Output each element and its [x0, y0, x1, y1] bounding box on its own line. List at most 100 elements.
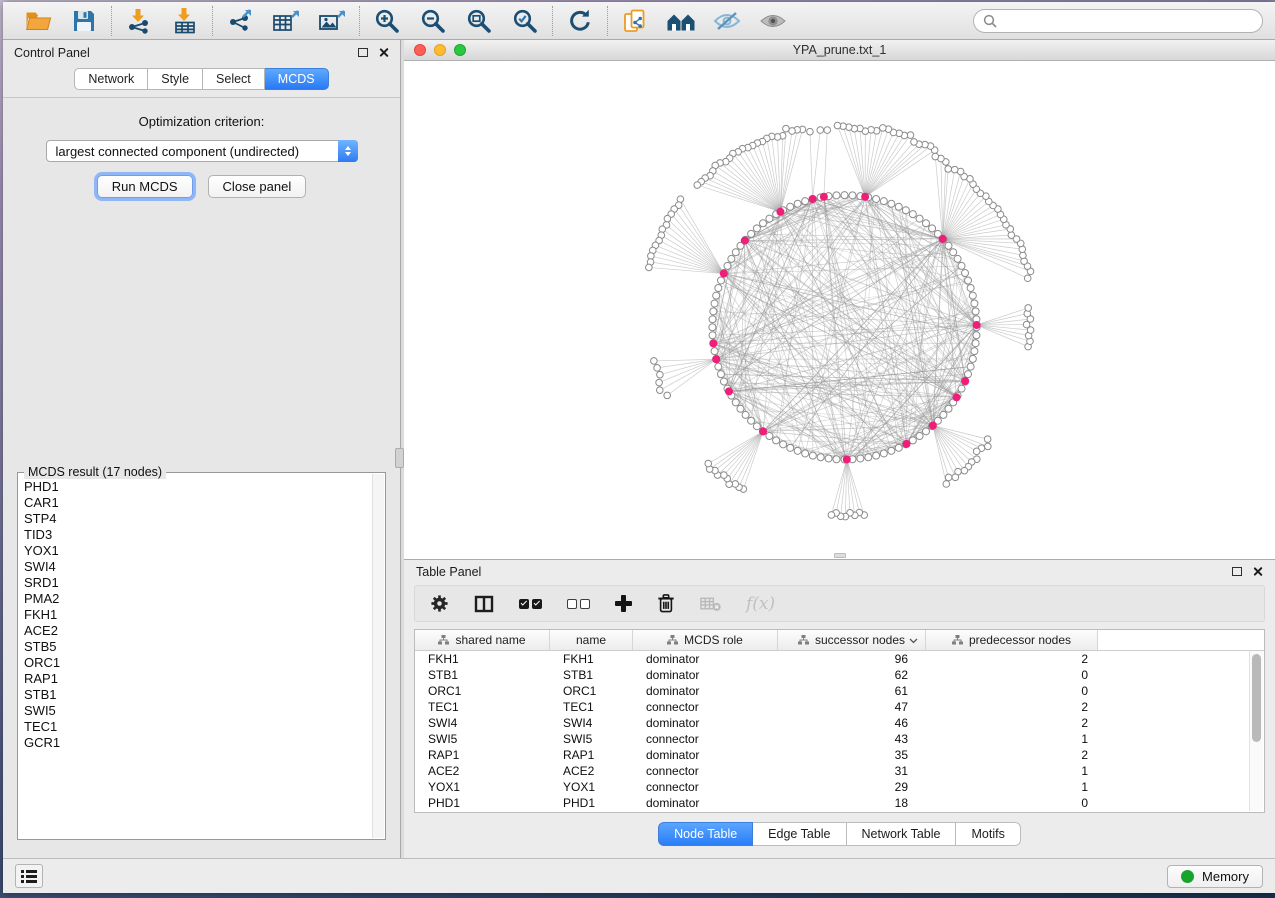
table-cell: ACE2	[550, 764, 633, 778]
first-neighbors-button[interactable]	[663, 6, 699, 36]
table-row[interactable]: ORC1ORC1dominator610	[415, 683, 1249, 699]
mcds-list-scrollbar[interactable]	[372, 474, 384, 838]
hide-selected-button[interactable]	[709, 6, 745, 36]
zoom-selected-button[interactable]	[507, 6, 543, 36]
add-column-button[interactable]	[615, 595, 632, 612]
mcds-result-item[interactable]: SWI5	[24, 703, 370, 719]
table-row[interactable]: YOX1YOX1connector291	[415, 779, 1249, 795]
split-panel-button[interactable]	[474, 595, 494, 613]
splitter-handle[interactable]	[395, 448, 404, 468]
import-network-button[interactable]	[121, 6, 157, 36]
table-cell: 1	[926, 780, 1098, 794]
mcds-result-item[interactable]: STB5	[24, 639, 370, 655]
tab-network[interactable]: Network	[74, 68, 148, 90]
mcds-result-item[interactable]: TEC1	[24, 719, 370, 735]
tab-style[interactable]: Style	[148, 68, 203, 90]
mcds-result-item[interactable]: GCR1	[24, 735, 370, 751]
show-all-button[interactable]	[755, 6, 791, 36]
table-cell: 96	[778, 652, 926, 666]
table-row[interactable]: PHD1PHD1dominator180	[415, 795, 1249, 811]
tab-mcds[interactable]: MCDS	[265, 68, 329, 90]
export-table-button[interactable]	[268, 6, 304, 36]
mcds-result-item[interactable]: FKH1	[24, 607, 370, 623]
table-row[interactable]: STB1STB1dominator620	[415, 667, 1249, 683]
search-input[interactable]	[1003, 14, 1253, 28]
mcds-result-item[interactable]: CAR1	[24, 495, 370, 511]
node-table[interactable]: shared name name MCDS role successor nod…	[414, 629, 1265, 813]
zoom-in-button[interactable]	[369, 6, 405, 36]
export-image-button[interactable]	[314, 6, 350, 36]
tab-network-table[interactable]: Network Table	[847, 822, 957, 846]
table-settings-button[interactable]	[430, 594, 449, 613]
horizontal-splitter-handle[interactable]	[834, 553, 846, 558]
float-panel-icon[interactable]	[358, 48, 368, 57]
memory-button[interactable]: Memory	[1167, 865, 1263, 888]
table-cell: dominator	[633, 796, 778, 810]
mcds-result-item[interactable]: STB1	[24, 687, 370, 703]
table-cell: connector	[633, 700, 778, 714]
delete-columns-button[interactable]	[657, 593, 675, 614]
mcds-result-item[interactable]: SWI4	[24, 559, 370, 575]
table-cell: 18	[778, 796, 926, 810]
column-header-mcds-role[interactable]: MCDS role	[633, 630, 778, 650]
table-cell: SWI4	[415, 716, 550, 730]
close-panel-icon[interactable]	[378, 47, 389, 58]
tab-node-table[interactable]: Node Table	[658, 822, 753, 846]
table-cell: SWI4	[550, 716, 633, 730]
tab-motifs[interactable]: Motifs	[956, 822, 1020, 846]
search-field[interactable]	[973, 9, 1263, 33]
show-panels-button[interactable]	[15, 864, 43, 888]
mcds-result-item[interactable]: TID3	[24, 527, 370, 543]
mcds-result-item[interactable]: RAP1	[24, 671, 370, 687]
maximize-window-icon[interactable]	[454, 44, 466, 56]
refresh-button[interactable]	[562, 6, 598, 36]
mcds-panel: Optimization criterion: largest connecte…	[3, 97, 400, 858]
mcds-result-item[interactable]: PMA2	[24, 591, 370, 607]
column-header-shared-name[interactable]: shared name	[415, 630, 550, 650]
table-row[interactable]: SWI5SWI5connector431	[415, 731, 1249, 747]
run-mcds-button[interactable]: Run MCDS	[97, 175, 193, 198]
close-table-panel-icon[interactable]	[1252, 566, 1263, 577]
export-network-button[interactable]	[222, 6, 258, 36]
control-panel: Control Panel Network Style Select MCDS …	[3, 40, 400, 858]
column-header-successor-nodes[interactable]: successor nodes	[778, 630, 926, 650]
table-cell: 29	[778, 780, 926, 794]
zoom-fit-button[interactable]	[461, 6, 497, 36]
float-table-panel-icon[interactable]	[1232, 567, 1242, 576]
mcds-result-item[interactable]: ORC1	[24, 655, 370, 671]
table-row[interactable]: TEC1TEC1connector472	[415, 699, 1249, 715]
table-cell: 2	[926, 716, 1098, 730]
table-row[interactable]: SWI4SWI4dominator462	[415, 715, 1249, 731]
table-cell: FKH1	[550, 652, 633, 666]
select-all-columns-button[interactable]	[519, 599, 542, 609]
save-button[interactable]	[66, 6, 102, 36]
table-cell: 2	[926, 748, 1098, 762]
duplicate-network-button[interactable]	[617, 6, 653, 36]
mcds-result-item[interactable]: ACE2	[24, 623, 370, 639]
table-scrollbar-thumb[interactable]	[1252, 654, 1261, 742]
network-canvas[interactable]	[404, 61, 1275, 559]
import-table-button[interactable]	[167, 6, 203, 36]
unselect-all-columns-button[interactable]	[567, 599, 590, 609]
open-folder-icon	[25, 9, 52, 33]
table-scrollbar[interactable]	[1249, 651, 1263, 811]
mcds-result-item[interactable]: YOX1	[24, 543, 370, 559]
network-view[interactable]	[404, 61, 1275, 560]
mcds-result-item[interactable]: SRD1	[24, 575, 370, 591]
column-header-name[interactable]: name	[550, 630, 633, 650]
mcds-result-item[interactable]: STP4	[24, 511, 370, 527]
criterion-dropdown[interactable]: largest connected component (undirected)	[46, 140, 358, 162]
tab-select[interactable]: Select	[203, 68, 265, 90]
mcds-result-item[interactable]: PHD1	[24, 479, 370, 495]
column-header-predecessor-nodes[interactable]: predecessor nodes	[926, 630, 1098, 650]
close-window-icon[interactable]	[414, 44, 426, 56]
table-row[interactable]: RAP1RAP1dominator352	[415, 747, 1249, 763]
table-row[interactable]: ACE2ACE2connector311	[415, 763, 1249, 779]
open-button[interactable]	[20, 6, 56, 36]
zoom-out-button[interactable]	[415, 6, 451, 36]
table-row[interactable]: FKH1FKH1dominator962	[415, 651, 1249, 667]
close-panel-button[interactable]: Close panel	[208, 175, 307, 198]
tab-edge-table[interactable]: Edge Table	[753, 822, 846, 846]
export-image-icon	[318, 8, 346, 34]
minimize-window-icon[interactable]	[434, 44, 446, 56]
